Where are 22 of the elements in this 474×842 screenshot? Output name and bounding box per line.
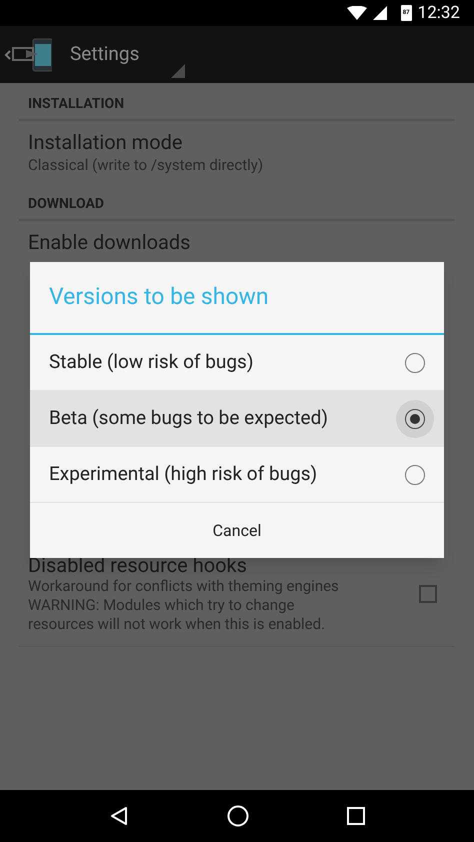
radio-button[interactable]: [405, 408, 425, 428]
home-icon[interactable]: [227, 805, 249, 827]
radio-button[interactable]: [405, 352, 425, 372]
signal-icon: [372, 6, 387, 20]
preference-title: Installation mode: [28, 129, 184, 155]
preference-title: Enable downloads: [28, 229, 192, 255]
dialog-title: Versions to be shown: [49, 282, 269, 312]
section-header: DOWNLOAD: [28, 196, 104, 212]
screen-title: Settings: [70, 41, 140, 68]
clock: 12:32: [418, 4, 460, 22]
checkbox[interactable]: [419, 584, 437, 602]
option-label: Stable (low risk of bugs): [49, 349, 254, 376]
dropdown-corner-icon[interactable]: [171, 64, 185, 78]
section-header: INSTALLATION: [28, 96, 124, 112]
option-label: Experimental (high risk of bugs): [49, 461, 318, 488]
overview-icon[interactable]: [347, 807, 365, 825]
back-icon[interactable]: [109, 806, 129, 826]
wifi-icon: [346, 6, 367, 20]
option-row[interactable]: Beta (some bugs to be expected): [30, 391, 444, 447]
option-row[interactable]: Experimental (high risk of bugs): [30, 447, 444, 503]
option-label: Beta (some bugs to be expected): [49, 405, 328, 432]
radio-button[interactable]: [405, 464, 425, 484]
